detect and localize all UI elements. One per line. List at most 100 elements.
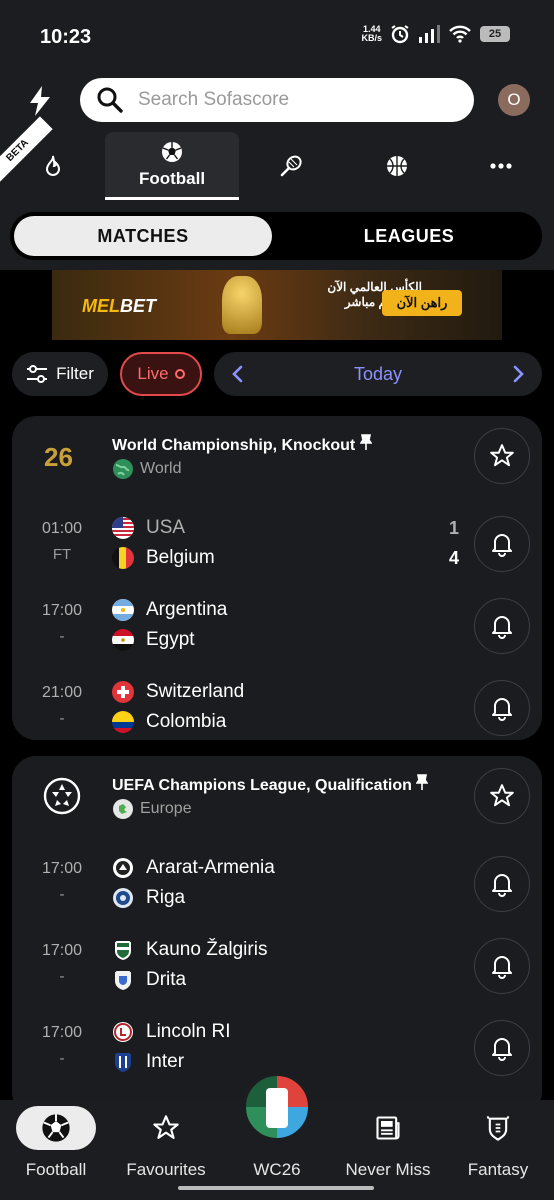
banner-brand: MELBET [82,296,156,316]
match-row[interactable]: 17:00 - Ararat-Armenia Riga [12,846,542,928]
away-team: Egypt [112,626,195,654]
league-name: UEFA Champions League, Qualification [112,774,429,795]
live-toggle[interactable]: Live [120,352,202,396]
league-header[interactable]: 26 World Championship, Knockout World [12,416,542,494]
colombia-flag-icon [112,711,134,733]
trophy-image [222,276,262,334]
star-icon [153,1115,179,1139]
kauno-zalgiris-crest-icon [115,941,131,960]
app-header: O BETA Football [0,72,554,202]
lightning-icon[interactable] [28,86,52,116]
bell-icon [492,616,512,639]
away-team: Inter [112,1048,184,1076]
league-region: World [112,458,182,480]
bell-icon [492,956,512,979]
date-label[interactable]: Today [214,364,542,385]
tab-tennis[interactable] [258,132,324,200]
wc26-logo-icon[interactable] [242,1072,312,1142]
signal-icon [419,25,440,43]
league-header[interactable]: UEFA Champions League, Qualification Eur… [12,756,542,834]
banner-cta-button[interactable]: راهن الآن [382,290,462,316]
filter-button[interactable]: Filter [12,352,108,396]
match-time: 21:00 [41,684,83,701]
search-icon [97,87,123,113]
europe-icon [113,799,133,819]
egypt-flag-icon [112,629,134,651]
nav-never-miss[interactable]: Never Miss [338,1106,438,1186]
football-icon [42,1114,70,1142]
svg-text:26: 26 [44,442,73,472]
pin-icon[interactable] [359,434,373,450]
match-status: FT [52,546,72,563]
match-time: 01:00 [41,520,83,537]
date-navigator: Today [214,352,542,396]
home-team: Lincoln RI [112,1018,231,1046]
league-card: UEFA Champions League, Qualification Eur… [12,756,542,1116]
live-label: Live [137,364,169,383]
riga-crest-icon [113,888,133,908]
status-bar: 10:23 1.44 KB/s 25 [0,0,554,72]
nav-favourites[interactable]: Favourites [116,1106,216,1186]
view-switcher: MATCHES LEAGUES [0,202,554,270]
nav-wc26-label: WC26 [253,1160,301,1179]
inter-crest-icon [115,1053,131,1072]
live-indicator-icon [174,369,185,379]
notify-button[interactable] [474,516,530,572]
bell-icon [492,698,512,721]
status-time: 10:23 [40,26,92,48]
match-time: 17:00 [41,860,83,877]
notify-button[interactable] [474,598,530,654]
match-time: 17:00 [41,1024,83,1041]
notify-button[interactable] [474,938,530,994]
ad-banner[interactable]: MELBET الكأس العالمي الآن في قسم مباشر ر… [52,270,502,340]
nav-football-pill [16,1106,96,1150]
match-row[interactable]: 17:00 - Argentina Egypt [12,588,542,670]
away-team: Colombia [112,708,226,736]
notify-button[interactable] [474,1020,530,1076]
nav-football[interactable]: Football [6,1106,106,1186]
favourite-button[interactable] [474,768,530,824]
more-icon [490,163,512,169]
notify-button[interactable] [474,856,530,912]
drita-crest-icon [115,971,131,990]
match-row[interactable]: 21:00 - Switzerland Colombia [12,670,542,752]
lincoln-ri-crest-icon [113,1022,133,1042]
notify-button[interactable] [474,680,530,736]
match-row[interactable]: 17:00 - Kauno Žalgiris Drita [12,928,542,1010]
star-icon [490,444,514,467]
nav-fantasy[interactable]: Fantasy [448,1106,548,1186]
home-team: Argentina [112,596,227,624]
away-team: Riga [112,884,185,912]
match-status: - [59,628,65,645]
search-bar[interactable] [80,78,474,122]
tab-basketball[interactable] [364,132,430,200]
home-team: Kauno Žalgiris [112,936,267,964]
home-team: Ararat-Armenia [112,854,275,882]
match-status: - [59,968,65,985]
alarm-icon [391,25,409,44]
bell-icon [492,1038,512,1061]
status-icons: 1.44 KB/s 25 [361,24,510,44]
home-indicator[interactable] [178,1186,374,1190]
matches-tab[interactable]: MATCHES [14,216,272,256]
home-score: 1 [448,518,459,538]
segment-control: MATCHES LEAGUES [10,212,542,260]
pin-icon[interactable] [415,774,429,790]
away-team: Belgium [112,544,215,572]
favourite-button[interactable] [474,428,530,484]
more-sports-button[interactable] [468,132,534,200]
match-status: - [59,1050,65,1067]
tab-football[interactable]: Football [105,132,239,200]
tab-trending[interactable] [20,132,86,200]
battery-indicator: 25 [480,26,510,42]
basketball-icon [387,156,407,176]
match-status: - [59,710,65,727]
filter-label: Filter [56,364,94,383]
leagues-tab[interactable]: LEAGUES [280,216,538,256]
search-input[interactable] [138,89,438,111]
chevron-right-icon[interactable] [508,364,528,384]
wc26-trophy-icon [266,1088,288,1128]
match-status: - [59,886,65,903]
match-row[interactable]: 01:00 FT USA Belgium 1 4 [12,506,542,588]
avatar[interactable]: O [498,84,530,116]
